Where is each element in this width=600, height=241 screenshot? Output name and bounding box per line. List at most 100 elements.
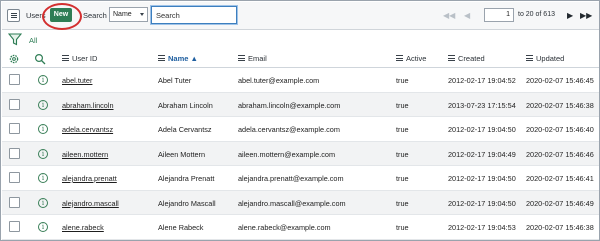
column-header-label: Name xyxy=(168,54,189,63)
table-row[interactable]: i alene.rabeck Alene Rabeck alene.rabeck@ex… xyxy=(2,215,599,240)
row-checkbox[interactable] xyxy=(9,98,20,110)
column-header-name[interactable]: Name ▲ xyxy=(158,54,198,63)
row-checkbox[interactable] xyxy=(9,172,20,183)
column-menu-icon[interactable] xyxy=(396,55,403,62)
next-page-icon[interactable]: ▶ xyxy=(567,11,573,20)
row-checkbox[interactable] xyxy=(9,221,20,232)
cell-created: 2012-02-17 19:04:50 xyxy=(448,198,516,208)
list-window: Users New Search Name ◀◀ ◀ 1 to 20 of 61… xyxy=(0,0,600,241)
cell-email: aileen.mottern@example.com xyxy=(238,149,336,159)
cell-updated: 2020-02-07 15:46:40 xyxy=(526,125,594,134)
page-range-text: to 20 of 613 xyxy=(518,11,555,18)
row-checkbox[interactable] xyxy=(9,196,20,208)
cell-active: true xyxy=(396,223,409,232)
column-menu-icon[interactable] xyxy=(448,55,455,62)
cell-created: 2013-07-23 17:15:54 xyxy=(448,100,516,110)
list-header: Users New Search Name ◀◀ ◀ 1 to 20 of 61… xyxy=(2,2,599,30)
column-header-label: User ID xyxy=(72,54,98,63)
search-input[interactable] xyxy=(151,6,237,24)
first-page-icon[interactable]: ◀◀ xyxy=(443,11,455,20)
column-menu-icon[interactable] xyxy=(238,55,245,62)
cell-name: Alejandro Mascall xyxy=(158,198,216,208)
highlight-circle xyxy=(42,3,82,30)
cell-created: 2012-02-17 19:04:50 xyxy=(448,174,516,183)
cell-name: Adela Cervantsz xyxy=(158,125,212,134)
cell-updated: 2020-02-07 15:46:38 xyxy=(526,223,594,232)
page-number-input[interactable]: 1 xyxy=(484,8,514,22)
column-header-email[interactable]: Email xyxy=(238,54,267,63)
info-icon[interactable]: i xyxy=(38,99,48,110)
search-field-value: Name xyxy=(113,11,132,18)
info-icon[interactable]: i xyxy=(38,197,48,208)
cell-user-id[interactable]: abel.tuter xyxy=(62,76,92,85)
column-header-created[interactable]: Created xyxy=(448,54,485,63)
table-row[interactable]: i abel.tuter Abel Tuter abel.tuter@example.… xyxy=(2,68,599,93)
chevron-down-icon xyxy=(140,13,144,16)
cell-name: Abel Tuter xyxy=(158,76,192,85)
cell-user-id[interactable]: adela.cervantsz xyxy=(62,125,113,134)
column-menu-icon[interactable] xyxy=(526,55,533,62)
column-headers: User ID Name ▲ Email Active Created Upda… xyxy=(2,48,599,68)
column-header-updated[interactable]: Updated xyxy=(526,54,564,63)
column-header-active[interactable]: Active xyxy=(396,54,426,63)
cell-active: true xyxy=(396,149,409,159)
cell-created: 2012-02-17 19:04:49 xyxy=(448,149,516,159)
filter-bar: All xyxy=(2,31,599,48)
breadcrumb-all[interactable]: All xyxy=(29,36,37,45)
cell-user-id[interactable]: alejandra.prenatt xyxy=(62,174,117,183)
cell-name: Alejandra Prenatt xyxy=(158,174,215,183)
cell-active: true xyxy=(396,125,409,134)
search-label: Search xyxy=(83,11,107,20)
column-menu-icon[interactable] xyxy=(158,55,165,62)
info-icon[interactable]: i xyxy=(38,148,48,159)
cell-created: 2012-02-17 19:04:53 xyxy=(448,223,516,232)
cell-active: true xyxy=(396,198,409,208)
info-icon[interactable]: i xyxy=(38,222,48,232)
cell-name: Alene Rabeck xyxy=(158,223,204,232)
last-page-icon[interactable]: ▶▶ xyxy=(580,11,592,20)
cell-email: alejandro.mascall@example.com xyxy=(238,198,346,208)
cell-user-id[interactable]: abraham.lincoln xyxy=(62,101,114,110)
column-header-label: Updated xyxy=(536,54,565,63)
cell-active: true xyxy=(396,174,409,183)
table-row[interactable]: i alejandro.mascall Alejandro Mascall aleja… xyxy=(2,190,599,215)
table-row[interactable]: i alejandra.prenatt Alejandra Prenatt aleja… xyxy=(2,166,599,191)
cell-email: abraham.lincoln@example.com xyxy=(238,100,341,110)
info-icon[interactable]: i xyxy=(38,75,48,85)
gear-icon[interactable] xyxy=(8,53,20,65)
info-icon[interactable]: i xyxy=(38,173,48,183)
column-header-user-id[interactable]: User ID xyxy=(62,54,97,63)
table-row[interactable]: i abraham.lincoln Abraham Lincoln abraham.l… xyxy=(2,92,599,117)
table-row[interactable]: i aileen.mottern Aileen Mottern aileen.mott… xyxy=(2,141,599,166)
cell-email: alejandra.prenatt@example.com xyxy=(238,174,344,183)
cell-user-id[interactable]: alene.rabeck xyxy=(62,223,104,232)
cell-name: Abraham Lincoln xyxy=(158,100,213,110)
sort-ascending-icon: ▲ xyxy=(190,54,198,63)
cell-created: 2012-02-17 19:04:52 xyxy=(448,76,516,85)
filter-icon[interactable] xyxy=(8,32,22,46)
previous-page-icon[interactable]: ◀ xyxy=(464,11,470,20)
info-icon[interactable]: i xyxy=(38,124,48,134)
cell-user-id[interactable]: aileen.mottern xyxy=(62,150,108,159)
menu-icon[interactable] xyxy=(7,9,20,22)
cell-updated: 2020-02-07 15:46:38 xyxy=(526,100,594,110)
column-header-label: Active xyxy=(406,54,427,63)
search-field-select[interactable]: Name xyxy=(109,7,148,22)
column-menu-icon[interactable] xyxy=(62,55,69,62)
column-header-label: Email xyxy=(248,54,267,63)
table-row[interactable]: i adela.cervantsz Adela Cervantsz adela.cer… xyxy=(2,117,599,142)
column-header-label: Created xyxy=(458,54,485,63)
row-checkbox[interactable] xyxy=(9,147,20,159)
cell-email: adela.cervantsz@example.com xyxy=(238,125,340,134)
cell-updated: 2020-02-07 15:46:41 xyxy=(526,174,594,183)
cell-updated: 2020-02-07 15:46:46 xyxy=(526,149,594,159)
row-checkbox[interactable] xyxy=(9,123,20,134)
cell-updated: 2020-02-07 15:46:49 xyxy=(526,198,594,208)
search-icon[interactable] xyxy=(34,53,46,65)
cell-email: alene.rabeck@example.com xyxy=(238,223,331,232)
cell-active: true xyxy=(396,100,409,110)
cell-created: 2012-02-17 19:04:50 xyxy=(448,125,516,134)
row-checkbox[interactable] xyxy=(9,74,20,85)
cell-user-id[interactable]: alejandro.mascall xyxy=(62,199,119,208)
cell-active: true xyxy=(396,76,409,85)
